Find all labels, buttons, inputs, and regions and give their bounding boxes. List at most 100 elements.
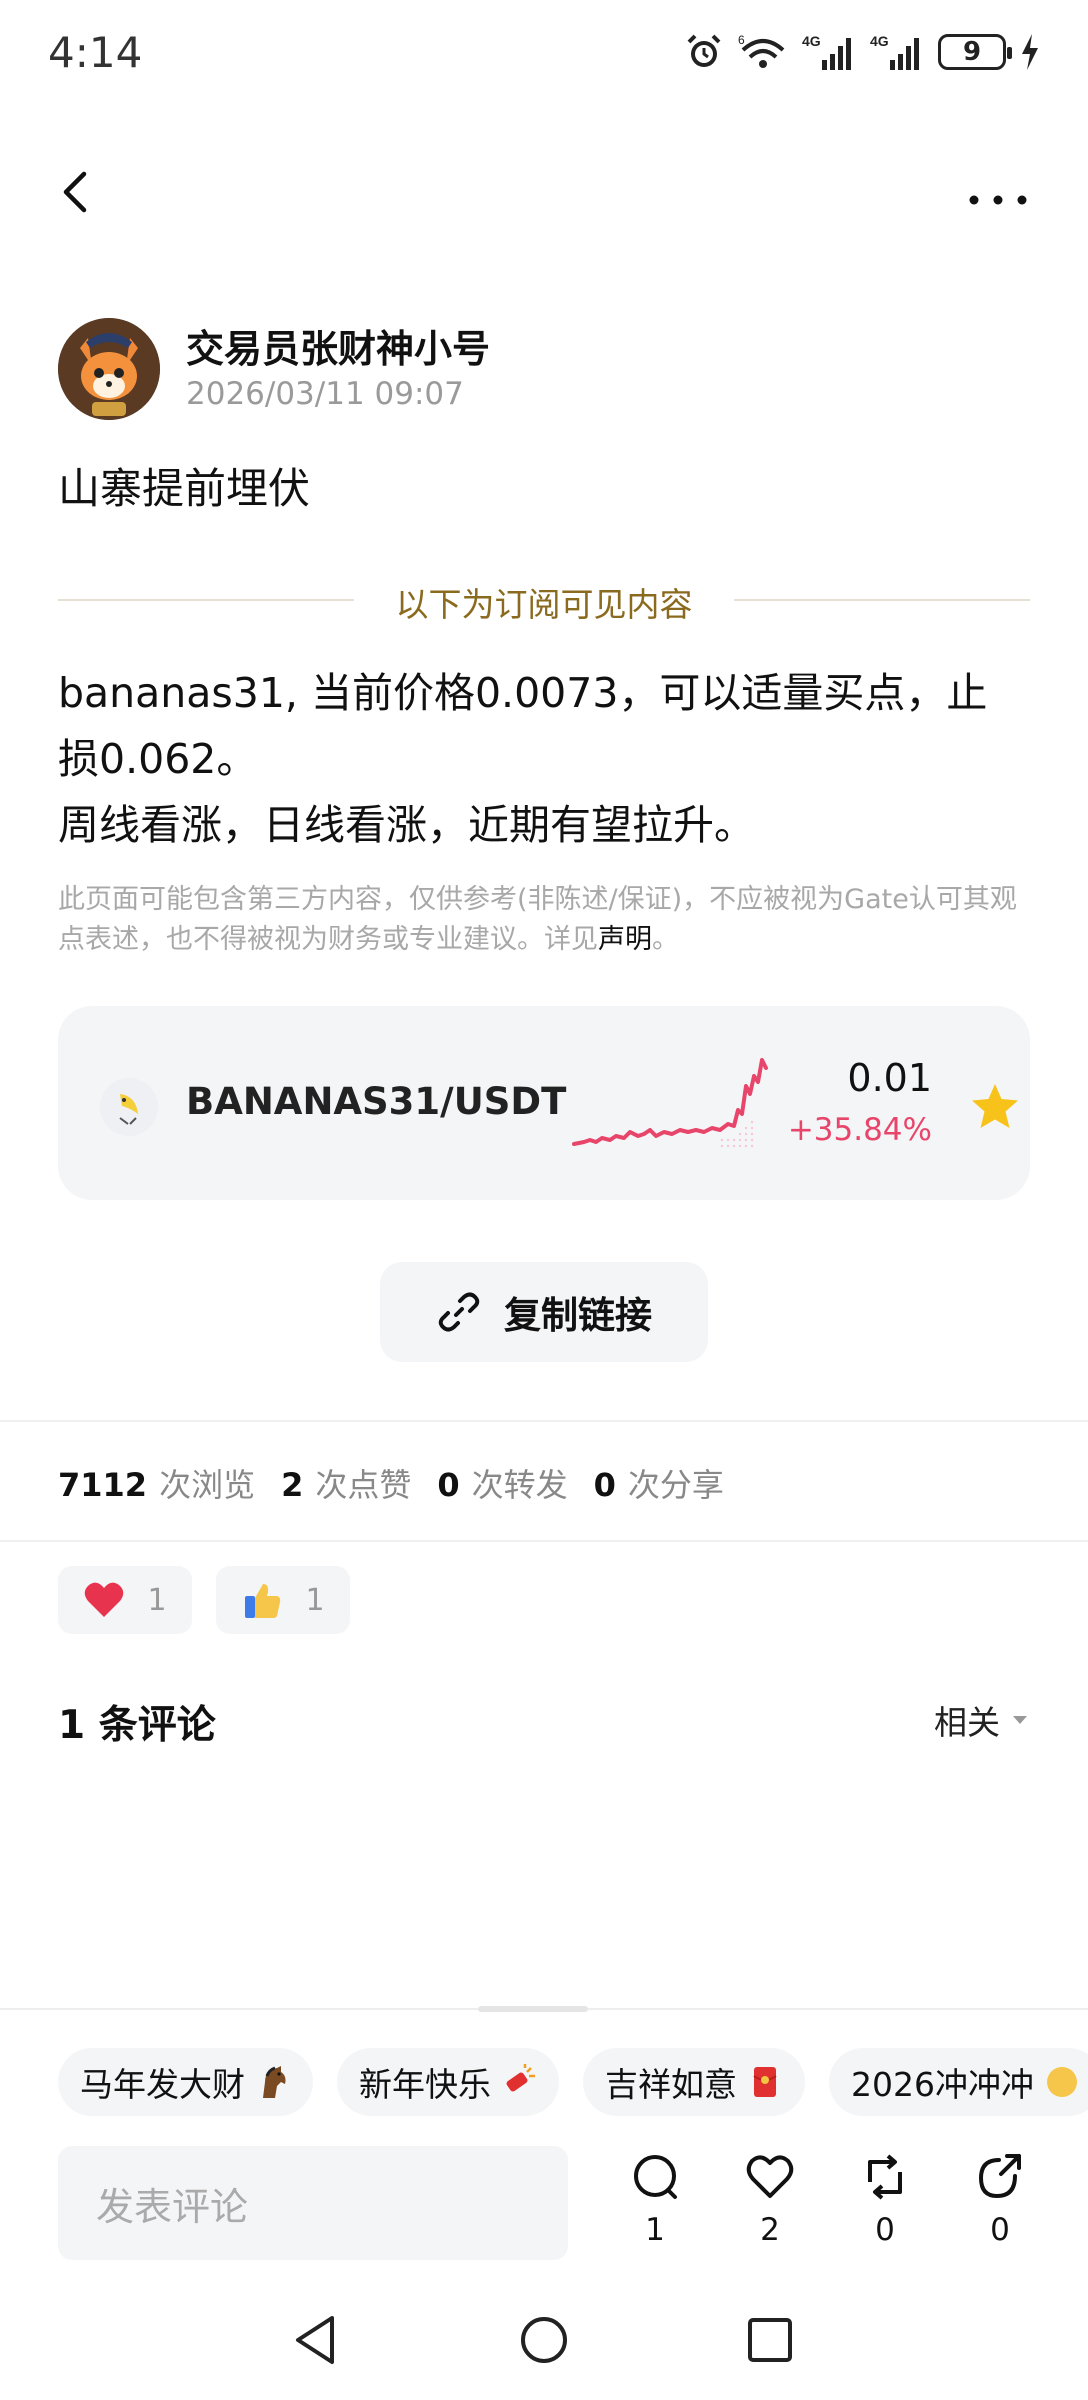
status-bar: 4:14 6 4G 4G 9 [0, 0, 1088, 110]
reaction-heart[interactable]: 1 [58, 1566, 192, 1634]
more-button[interactable] [958, 162, 1038, 222]
status-time: 4:14 [48, 28, 143, 77]
comment-action-button[interactable]: 1 [620, 2152, 690, 2248]
red-envelope-icon [753, 2067, 777, 2097]
quick-tag-label: 2026冲冲冲 [851, 2065, 1034, 2104]
nav-home-icon[interactable] [516, 2310, 572, 2370]
quick-tag[interactable]: 2026冲冲冲 [829, 2048, 1088, 2116]
comment-action-count: 1 [645, 2212, 665, 2248]
reaction-heart-count: 1 [147, 1582, 167, 1618]
comment-sort-label: 相关 [934, 1703, 1000, 1742]
quick-comment-tags: 马年发大财 新年快乐 吉祥如意 2026冲冲冲 [58, 2048, 1088, 2116]
stat-shares-count: 0 [593, 1466, 616, 1504]
battery-level: 9 [962, 37, 982, 67]
comment-input[interactable]: 发表评论 [58, 2146, 568, 2260]
repost-icon [868, 2154, 902, 2200]
charging-icon [1022, 34, 1038, 70]
repost-action-button[interactable]: 0 [850, 2152, 920, 2248]
trading-pair: BANANAS31/USDT [186, 1080, 567, 1123]
signal-icon-1: 4G [802, 33, 851, 70]
status-icons: 6 4G 4G 9 [684, 32, 1040, 72]
reaction-thumbs-up[interactable]: 1 [216, 1566, 350, 1634]
market-card[interactable]: BANANAS31/USDT 0.01 +35.84% [58, 1006, 1030, 1200]
comments-heading: 1 条评论 [58, 1703, 216, 1748]
signal-icon-2: 4G [870, 33, 919, 70]
post-body: bananas31, 当前价格0.0073，可以适量买点，止 损0.062。 周… [58, 660, 1038, 858]
signal-label-2: 4G [870, 33, 889, 49]
coin-icon [100, 1078, 158, 1136]
top-nav-bar [0, 150, 1088, 230]
price-change: +35.84% [787, 1112, 932, 1148]
share-icon [978, 2154, 1021, 2199]
heart-icon [85, 1582, 124, 1617]
wifi-icon: 6 [738, 33, 785, 68]
like-action-button[interactable]: 2 [735, 2152, 805, 2248]
stat-shares-unit: 次分享 [627, 1466, 724, 1504]
disclaimer-link[interactable]: 声明 [598, 924, 652, 955]
banana-coin-icon [102, 1080, 156, 1134]
favorite-star-icon[interactable] [968, 1080, 1022, 1134]
stat-shares: 0 次分享 [594, 1460, 724, 1506]
subscriber-divider-label: 以下为订阅可见内容 [395, 585, 693, 624]
last-price: 0.01 [847, 1056, 932, 1100]
stat-reposts-count: 0 [437, 1466, 460, 1504]
comment-icon [634, 2155, 677, 2199]
back-button[interactable] [50, 162, 110, 222]
quick-tag[interactable]: 新年快乐 [337, 2048, 559, 2116]
avatar[interactable] [58, 318, 160, 420]
quick-tag[interactable]: 马年发大财 [58, 2048, 313, 2116]
drag-handle[interactable] [478, 2006, 588, 2012]
divider [0, 1420, 1088, 1422]
share-action-button[interactable]: 0 [965, 2152, 1035, 2248]
post-body-line-1: bananas31, 当前价格0.0073，可以适量买点，止 [58, 669, 988, 717]
stat-reposts-unit: 次转发 [471, 1466, 568, 1504]
divider-line-right [734, 599, 1030, 601]
nav-recents-icon[interactable] [744, 2310, 796, 2370]
emoji-icon [1046, 2067, 1077, 2097]
more-horizontal-icon [969, 195, 1027, 205]
thumbs-up-icon [245, 1584, 281, 1618]
subscriber-divider: 以下为订阅可见内容 [58, 574, 1030, 624]
caret-down-icon [1013, 1716, 1027, 1724]
stat-likes-count: 2 [281, 1466, 304, 1504]
post-stats: 7112 次浏览 2 次点赞 0 次转发 0 次分享 [58, 1460, 724, 1506]
share-action-count: 0 [990, 2212, 1010, 2248]
signal-label-1: 4G [802, 33, 821, 49]
comment-sort-dropdown[interactable]: 相关 [934, 1696, 1030, 1744]
disclaimer-text: 此页面可能包含第三方内容，仅供参考(非陈述/保证)，不应被视为Gate认可其观点… [58, 884, 1017, 955]
alarm-icon [687, 34, 721, 67]
quick-tag-label: 吉祥如意 [605, 2065, 737, 2104]
link-icon [438, 1292, 480, 1332]
copy-link-label: 复制链接 [504, 1294, 652, 1337]
price-sparkline [572, 1058, 768, 1148]
quick-tag[interactable]: 吉祥如意 [583, 2048, 805, 2116]
fox-avatar-icon [58, 318, 160, 420]
reactions: 1 1 [58, 1566, 350, 1634]
quick-tag-label: 马年发大财 [80, 2065, 245, 2104]
disclaimer-end: 。 [652, 924, 679, 955]
divider [0, 1540, 1088, 1542]
firecracker-icon [506, 2064, 535, 2092]
stat-views: 7112 次浏览 [58, 1460, 255, 1506]
stat-likes-unit: 次点赞 [315, 1466, 412, 1504]
nav-back-icon[interactable] [290, 2310, 340, 2370]
wifi-label: 6 [738, 33, 745, 47]
quick-tag-label: 新年快乐 [359, 2065, 491, 2104]
post-body-line-2: 损0.062。 [58, 735, 258, 783]
disclaimer: 此页面可能包含第三方内容，仅供参考(非陈述/保证)，不应被视为Gate认可其观点… [58, 880, 1038, 960]
stat-views-unit: 次浏览 [159, 1466, 256, 1504]
chevron-left-icon [63, 171, 87, 213]
stat-reposts: 0 次转发 [437, 1460, 567, 1506]
like-action-count: 2 [760, 2212, 780, 2248]
stat-likes: 2 次点赞 [281, 1460, 411, 1506]
post-title: 山寨提前埋伏 [58, 464, 311, 513]
stat-views-count: 7112 [58, 1466, 148, 1504]
copy-link-button[interactable]: 复制链接 [380, 1262, 708, 1362]
post-date: 2026/03/11 09:07 [186, 376, 464, 412]
repost-action-count: 0 [875, 2212, 895, 2248]
post-body-line-3: 周线看涨，日线看涨，近期有望拉升。 [58, 801, 755, 849]
author-header: 交易员张财神小号 2026/03/11 09:07 [58, 318, 1038, 420]
author-name[interactable]: 交易员张财神小号 [186, 318, 490, 373]
system-navigation-bar [0, 2300, 1088, 2400]
horse-icon [263, 2066, 286, 2098]
